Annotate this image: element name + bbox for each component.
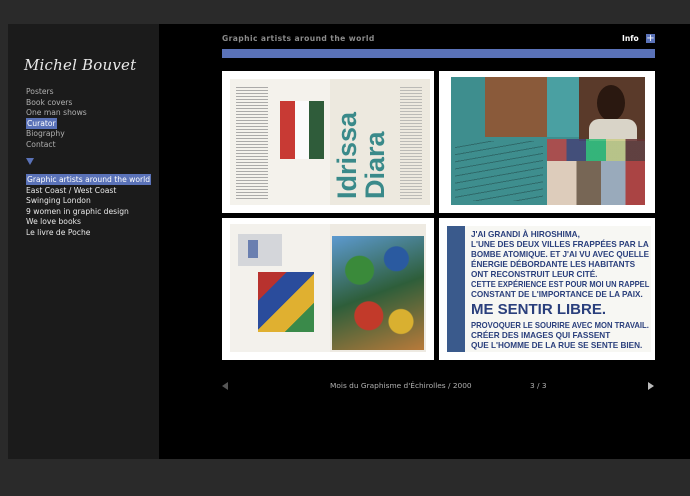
text-line: L'UNE DES DEUX VILLES FRAPPÉES PAR LA xyxy=(471,240,649,249)
flag-image xyxy=(280,101,324,159)
logo[interactable]: Michel Bouvet xyxy=(24,56,136,74)
nav-item-contact[interactable]: Contact xyxy=(26,139,87,150)
textured-panel xyxy=(485,77,547,137)
nav-item-one-man-shows[interactable]: One man shows xyxy=(26,107,87,118)
expand-triangle-icon xyxy=(26,158,34,165)
subnav-item-east-west[interactable]: East Coast / West Coast xyxy=(26,185,151,196)
plus-icon[interactable]: + xyxy=(646,34,655,44)
main-nav: Posters Book covers One man shows Curato… xyxy=(26,86,87,150)
subnav-item-label: 9 women in graphic design xyxy=(26,206,129,216)
text-column xyxy=(236,85,268,199)
text-line: CETTE EXPÉRIENCE EST POUR MOI UN RAPPEL xyxy=(471,280,650,289)
title-line-2: Diara xyxy=(360,130,390,199)
subnav-item-label: Le livre de Poche xyxy=(26,227,91,237)
subnav-item-label: East Coast / West Coast xyxy=(26,185,117,195)
text-headline: ME SENTIR LIBRE. xyxy=(471,301,607,318)
nav-item-label: Book covers xyxy=(26,97,73,107)
painted-illustration xyxy=(332,236,424,350)
thumbnail-book-idrissa-diara[interactable]: Idrissa Diara xyxy=(222,71,434,213)
text-line: CONSTANT DE L'IMPORTANCE DE LA PAIX. xyxy=(471,290,643,299)
small-photo xyxy=(238,234,282,266)
book-spine xyxy=(447,226,465,352)
subnav-item-label: We love books xyxy=(26,217,81,227)
sub-nav: Graphic artists around the world East Co… xyxy=(26,174,152,238)
colorful-illustration xyxy=(258,272,314,332)
text-line: ONT RECONSTRUIT LEUR CITÉ. xyxy=(471,270,598,279)
subnav-item-livre-de-poche[interactable]: Le livre de Poche xyxy=(26,227,151,238)
portrait-shirt xyxy=(589,119,637,141)
thumbnail-book-text[interactable]: J'AI GRANDI À HIROSHIMA, L'UNE DES DEUX … xyxy=(439,218,655,360)
sidebar: Michel Bouvet Posters Book covers One ma… xyxy=(8,24,159,459)
subnav-item-label: Graphic artists around the world xyxy=(26,174,152,185)
photo-collage-lower xyxy=(547,161,645,205)
page-title: Graphic artists around the world xyxy=(222,34,375,43)
nav-item-label: Curator xyxy=(26,117,57,129)
text-line: BOMBE ATOMIQUE. ET J'AI VU AVEC QUELLE xyxy=(471,250,650,259)
handwriting-area xyxy=(455,141,543,201)
nav-item-posters[interactable]: Posters xyxy=(26,86,87,97)
previous-arrow-icon[interactable] xyxy=(222,382,228,390)
nav-item-label: Posters xyxy=(26,87,54,96)
text-line: CRÉER DES IMAGES QUI FASSENT xyxy=(471,331,611,340)
nav-item-biography[interactable]: Biography xyxy=(26,128,87,139)
small-photo-detail xyxy=(248,240,258,258)
subnav-item-9-women[interactable]: 9 women in graphic design xyxy=(26,206,151,217)
nav-item-label: One man shows xyxy=(26,108,87,118)
book-right-page: Idrissa Diara xyxy=(330,79,430,205)
next-arrow-icon[interactable] xyxy=(648,382,654,390)
teal-panel xyxy=(547,77,579,137)
nav-item-label: Biography xyxy=(26,129,65,139)
subnav-item-graphic-artists[interactable]: Graphic artists around the world xyxy=(26,174,152,185)
nav-item-label: Contact xyxy=(26,139,56,149)
subnav-item-swinging-london[interactable]: Swinging London xyxy=(26,195,151,206)
text-line: QUE L'HOMME DE LA RUE SE SENTE BIEN. xyxy=(471,341,643,350)
gallery-caption: Mois du Graphisme d'Échirolles / 2000 xyxy=(330,381,472,390)
thumbnail-book-collage[interactable] xyxy=(222,218,434,360)
thumbnail-book-portrait[interactable] xyxy=(439,71,655,213)
nav-item-book-covers[interactable]: Book covers xyxy=(26,97,87,108)
title-bar xyxy=(222,49,655,58)
book-left-page xyxy=(230,79,330,205)
nav-item-curator[interactable]: Curator xyxy=(26,117,87,129)
info-link[interactable]: Info xyxy=(622,34,639,43)
text-line: J'AI GRANDI À HIROSHIMA, xyxy=(471,230,580,239)
subnav-item-label: Swinging London xyxy=(26,196,91,206)
portrait-face xyxy=(597,85,625,121)
title-line-1: Idrissa xyxy=(332,111,362,199)
text-line: ÉNERGIE DÉBORDANTE LES HABITANTS xyxy=(471,260,636,269)
text-column xyxy=(400,85,422,199)
page-counter: 3 / 3 xyxy=(530,381,547,390)
subnav-item-we-love-books[interactable]: We love books xyxy=(26,216,151,227)
text-line: PROVOQUER LE SOURIRE AVEC MON TRAVAIL. xyxy=(471,321,649,330)
